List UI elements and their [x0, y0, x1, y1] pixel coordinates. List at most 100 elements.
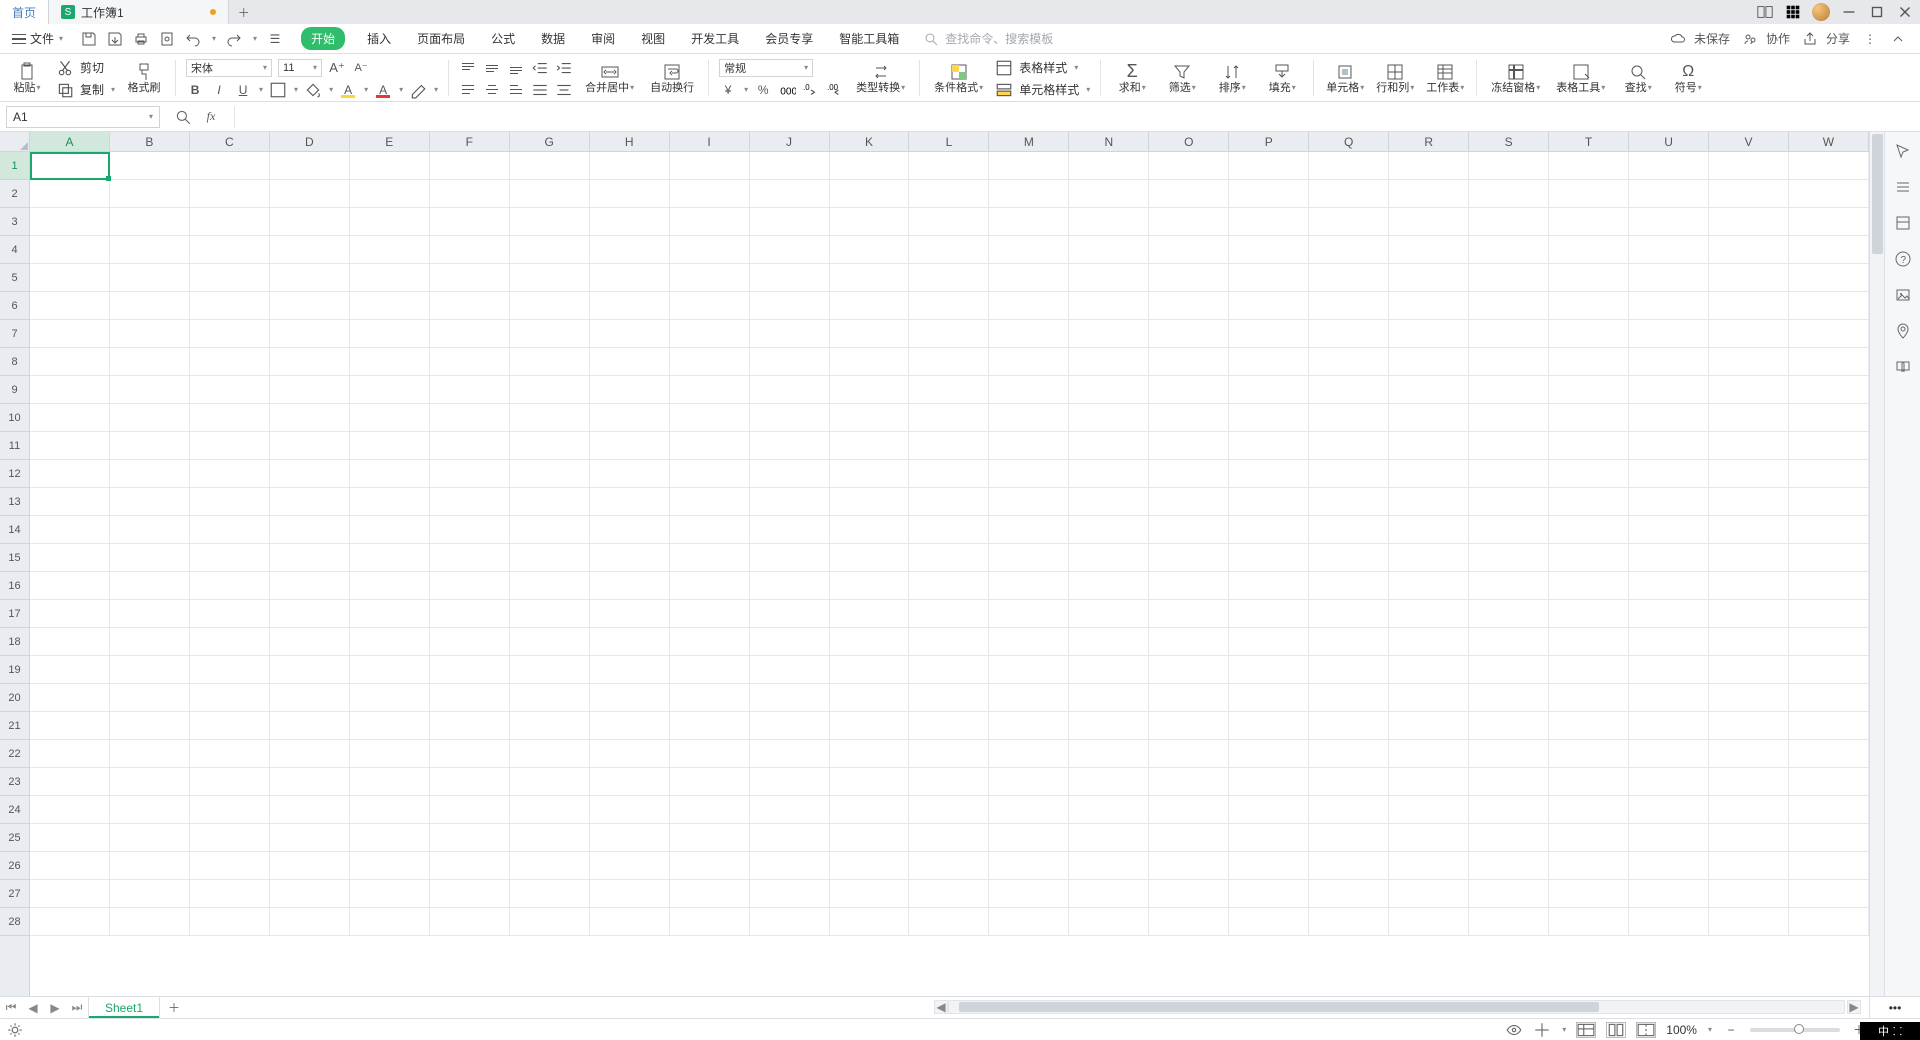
cell[interactable] — [590, 376, 670, 404]
cell[interactable] — [1309, 152, 1389, 180]
row-header[interactable]: 15 — [0, 544, 29, 572]
cell[interactable] — [670, 264, 750, 292]
cell[interactable] — [590, 572, 670, 600]
cell[interactable] — [1789, 684, 1869, 712]
cell[interactable] — [190, 488, 270, 516]
cell[interactable] — [1149, 404, 1229, 432]
align-center-icon[interactable] — [483, 81, 501, 99]
cell[interactable] — [750, 880, 830, 908]
cell[interactable] — [510, 432, 590, 460]
cell[interactable] — [1309, 488, 1389, 516]
cell[interactable] — [1069, 292, 1149, 320]
cell[interactable] — [670, 292, 750, 320]
vscroll-thumb[interactable] — [1872, 134, 1883, 254]
row-header[interactable]: 19 — [0, 656, 29, 684]
cell[interactable] — [1309, 460, 1389, 488]
cell[interactable] — [30, 796, 110, 824]
cell[interactable] — [670, 712, 750, 740]
cell[interactable] — [1549, 544, 1629, 572]
cell[interactable] — [30, 880, 110, 908]
cell[interactable] — [989, 432, 1069, 460]
cell[interactable] — [510, 768, 590, 796]
cell[interactable] — [270, 460, 350, 488]
column-header[interactable]: J — [750, 132, 830, 151]
cell[interactable] — [1389, 292, 1469, 320]
cell[interactable] — [1549, 572, 1629, 600]
cell[interactable] — [110, 908, 190, 936]
sheet-add-button[interactable]: ＋ — [160, 997, 188, 1018]
cell[interactable] — [1229, 572, 1309, 600]
cell[interactable] — [1469, 712, 1549, 740]
redo-dropdown-icon[interactable]: ▾ — [253, 34, 257, 43]
cell[interactable] — [510, 572, 590, 600]
row-header[interactable]: 28 — [0, 908, 29, 936]
cell[interactable] — [30, 348, 110, 376]
cell[interactable] — [909, 740, 989, 768]
cell[interactable] — [590, 824, 670, 852]
rowcol-button[interactable]: 行和列▾ — [1374, 57, 1416, 99]
column-header[interactable]: U — [1629, 132, 1709, 151]
cell[interactable] — [1069, 488, 1149, 516]
cell[interactable] — [1229, 712, 1309, 740]
fx-zoom-icon[interactable] — [174, 108, 192, 126]
cell[interactable] — [590, 208, 670, 236]
cell[interactable] — [989, 348, 1069, 376]
cell[interactable] — [989, 880, 1069, 908]
cell[interactable] — [1709, 404, 1789, 432]
cell[interactable] — [1629, 404, 1709, 432]
cell[interactable] — [430, 292, 510, 320]
cell[interactable] — [830, 768, 910, 796]
cell[interactable] — [1789, 180, 1869, 208]
cell[interactable] — [510, 320, 590, 348]
cell[interactable] — [1389, 264, 1469, 292]
cell[interactable] — [670, 628, 750, 656]
cell[interactable] — [1789, 880, 1869, 908]
status-settings-icon[interactable] — [6, 1021, 24, 1039]
cell[interactable] — [1709, 432, 1789, 460]
cell[interactable] — [510, 488, 590, 516]
cell[interactable] — [1709, 516, 1789, 544]
cell[interactable] — [989, 684, 1069, 712]
cell[interactable] — [1709, 908, 1789, 936]
cell[interactable] — [1309, 628, 1389, 656]
cell[interactable] — [830, 264, 910, 292]
cell[interactable] — [1389, 208, 1469, 236]
cell[interactable] — [909, 488, 989, 516]
cell[interactable] — [1469, 460, 1549, 488]
cell[interactable] — [1309, 740, 1389, 768]
cell[interactable] — [1389, 376, 1469, 404]
side-help-icon[interactable]: ? — [1894, 250, 1912, 268]
cell[interactable] — [1309, 236, 1389, 264]
cell[interactable] — [1549, 376, 1629, 404]
cell[interactable] — [1789, 292, 1869, 320]
undo-dropdown-icon[interactable]: ▾ — [212, 34, 216, 43]
row-header[interactable]: 8 — [0, 348, 29, 376]
cell[interactable] — [989, 740, 1069, 768]
side-book-icon[interactable] — [1894, 358, 1912, 376]
cell[interactable] — [30, 152, 110, 180]
cell[interactable] — [590, 628, 670, 656]
cell[interactable] — [1229, 180, 1309, 208]
cell[interactable] — [1469, 152, 1549, 180]
cell[interactable] — [1149, 572, 1229, 600]
column-header[interactable]: A — [30, 132, 110, 151]
cell[interactable] — [350, 852, 430, 880]
cell[interactable] — [670, 208, 750, 236]
row-header[interactable]: 6 — [0, 292, 29, 320]
cell[interactable] — [350, 404, 430, 432]
cell[interactable] — [1629, 628, 1709, 656]
cell[interactable] — [989, 180, 1069, 208]
cell[interactable] — [1229, 488, 1309, 516]
cell[interactable] — [1549, 852, 1629, 880]
cell[interactable] — [1709, 740, 1789, 768]
cell[interactable] — [1789, 656, 1869, 684]
cell[interactable] — [430, 208, 510, 236]
cell[interactable] — [430, 236, 510, 264]
column-header[interactable]: F — [430, 132, 510, 151]
cell[interactable] — [1549, 264, 1629, 292]
wrap-text-button[interactable]: 自动换行 — [646, 57, 698, 99]
cell[interactable] — [1629, 152, 1709, 180]
qat-customize-icon[interactable]: ☰ — [267, 31, 283, 47]
cell[interactable] — [830, 796, 910, 824]
cell[interactable] — [1629, 768, 1709, 796]
